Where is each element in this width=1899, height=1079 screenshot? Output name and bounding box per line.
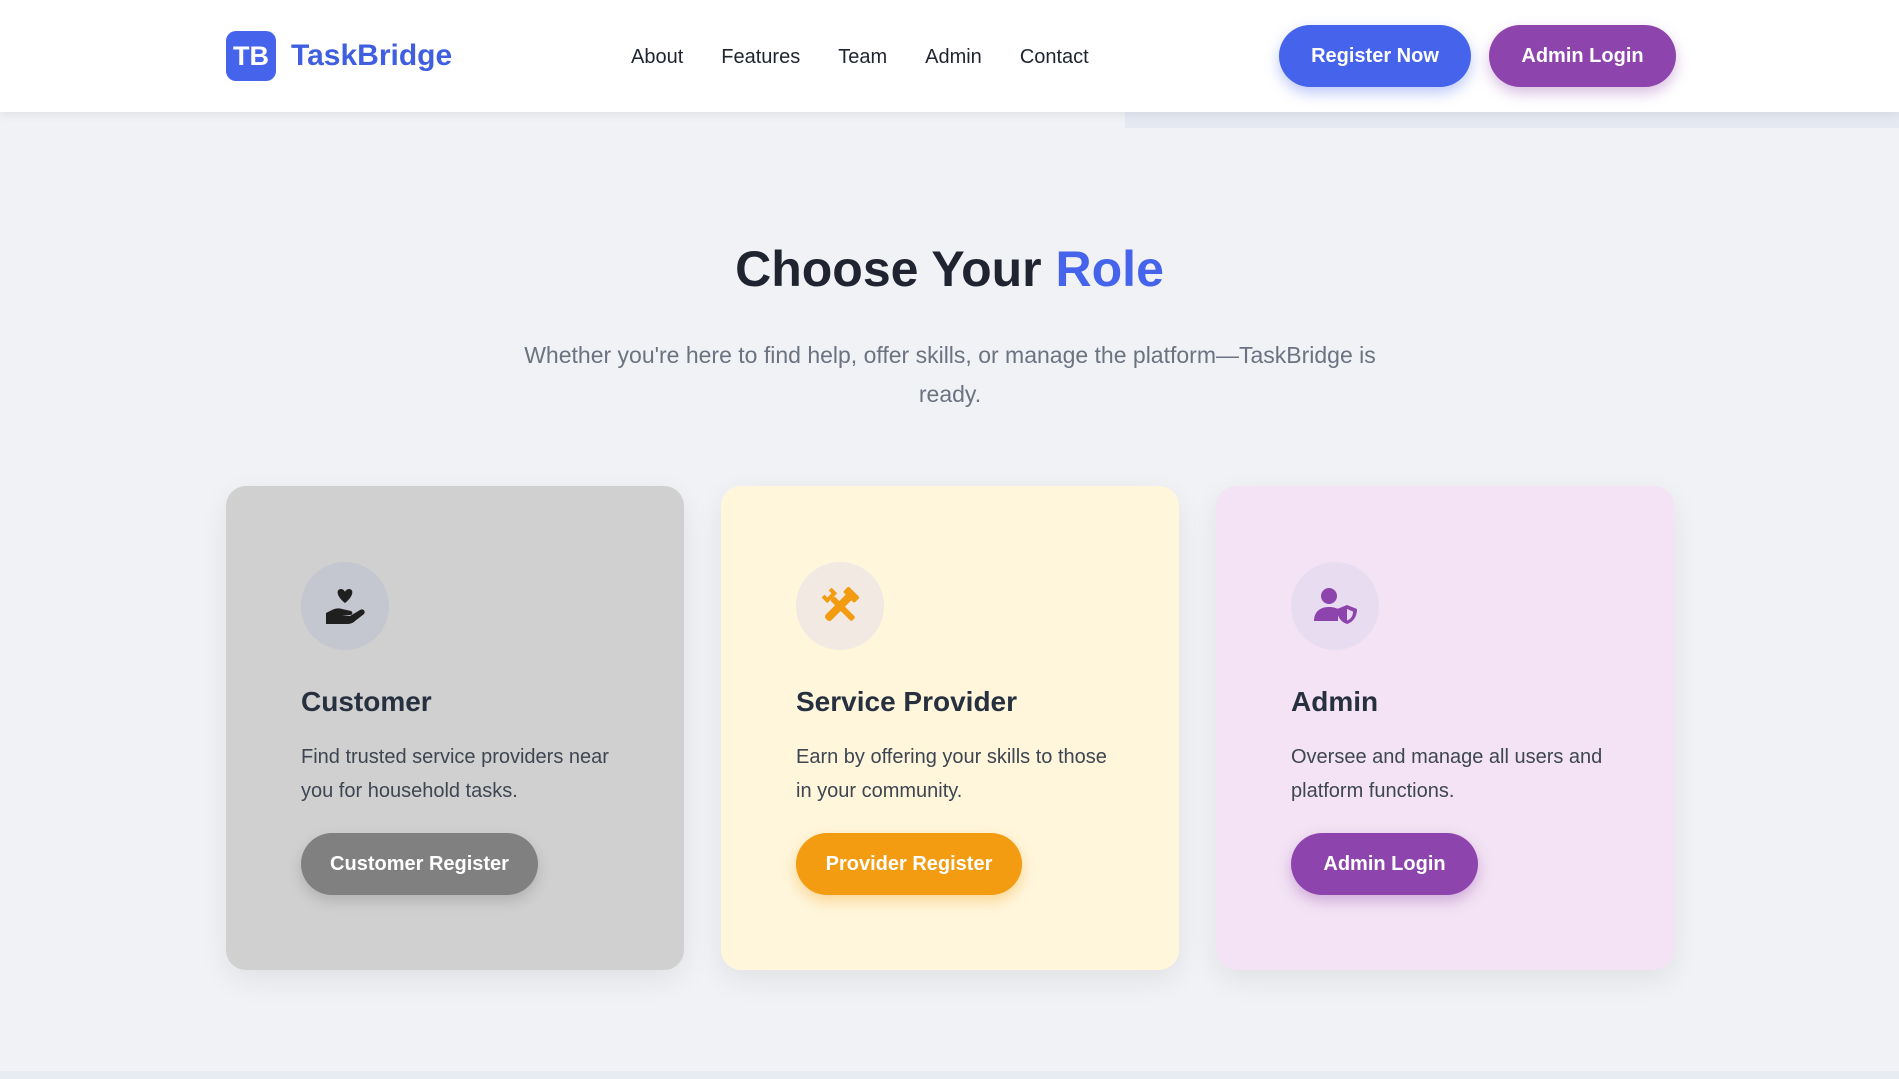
provider-title: Service Provider bbox=[796, 686, 1018, 717]
admin-description: Oversee and manage all users and platfor… bbox=[1291, 746, 1603, 802]
title-accent: Role bbox=[1055, 241, 1164, 297]
page-title: Choose Your Role bbox=[0, 240, 1899, 298]
nav-team[interactable]: Team bbox=[838, 44, 887, 70]
footer-divider bbox=[0, 1071, 1899, 1079]
customer-register-button[interactable]: Customer Register bbox=[301, 833, 538, 895]
hand-holding-heart-icon bbox=[301, 562, 389, 650]
tools-icon bbox=[796, 562, 884, 650]
provider-register-button[interactable]: Provider Register bbox=[796, 833, 1022, 895]
header-band bbox=[1125, 112, 1899, 128]
provider-card: Service Provider Earn by offering your s… bbox=[721, 486, 1179, 970]
nav-admin[interactable]: Admin bbox=[925, 44, 982, 70]
main-nav: About Features Team Admin Contact bbox=[631, 44, 1127, 70]
admin-card-login-button[interactable]: Admin Login bbox=[1291, 833, 1478, 895]
admin-card: Admin Oversee and manage all users and p… bbox=[1216, 486, 1674, 970]
customer-title: Customer bbox=[301, 686, 432, 717]
customer-card: Customer Find trusted service providers … bbox=[226, 486, 684, 970]
title-main: Choose Your bbox=[735, 241, 1042, 297]
customer-description: Find trusted service providers near you … bbox=[301, 746, 609, 802]
provider-description: Earn by offering your skills to those in… bbox=[796, 746, 1107, 802]
user-shield-icon bbox=[1291, 562, 1379, 650]
admin-title: Admin bbox=[1291, 686, 1379, 717]
nav-features[interactable]: Features bbox=[721, 44, 800, 70]
admin-login-button[interactable]: Admin Login bbox=[1489, 25, 1676, 87]
nav-contact[interactable]: Contact bbox=[1020, 44, 1089, 70]
logo[interactable]: TB TaskBridge bbox=[226, 31, 452, 81]
page-subtitle: Whether you're here to find help, offer … bbox=[524, 342, 1376, 407]
register-now-button[interactable]: Register Now bbox=[1279, 25, 1471, 87]
logo-badge: TB bbox=[226, 31, 276, 81]
top-navbar: TB TaskBridge About Features Team Admin … bbox=[0, 0, 1899, 112]
nav-about[interactable]: About bbox=[631, 44, 683, 70]
logo-text: TaskBridge bbox=[291, 39, 453, 72]
